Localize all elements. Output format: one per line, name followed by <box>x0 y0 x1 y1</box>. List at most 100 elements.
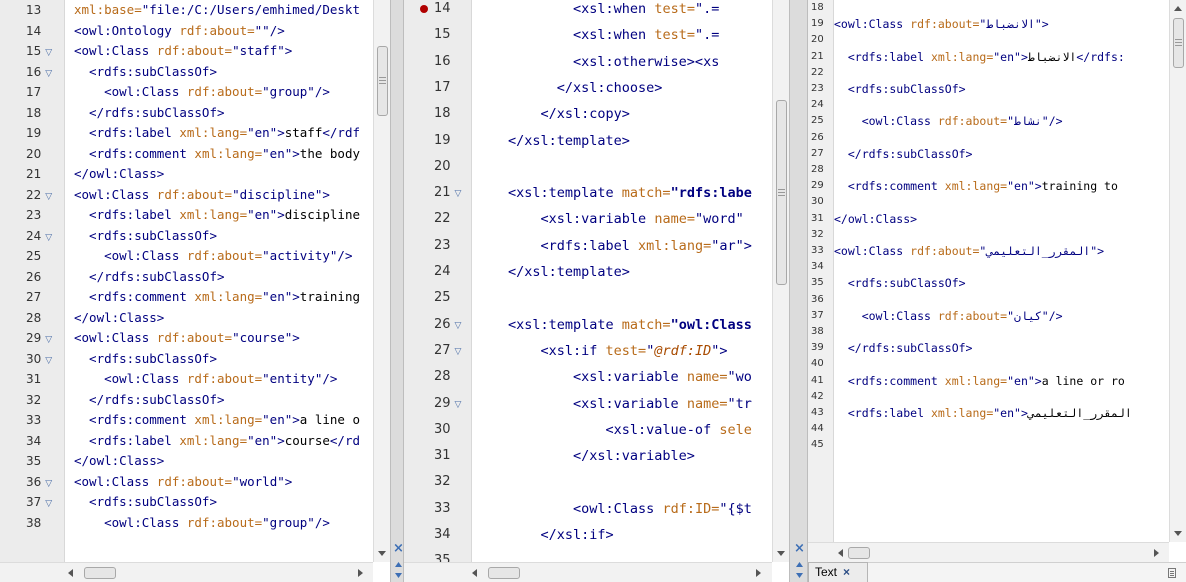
output-text-view[interactable]: 18 19 <owl:Class rdf:about="الانضباط"> 20 21… <box>808 0 1186 562</box>
code-line[interactable]: 36 ▽ <owl:Class rdf:about="world"> <box>0 472 373 493</box>
code-line[interactable]: 25 <box>404 285 772 311</box>
code-line[interactable]: 40 <box>808 356 1169 372</box>
code-line[interactable]: 21 </owl:Class> <box>0 164 373 185</box>
code-line[interactable]: 25 <owl:Class rdf:about="activity"/> <box>0 246 373 267</box>
code-line[interactable]: 23 <rdfs:subClassOf> <box>808 81 1169 97</box>
code-line[interactable]: 37 <owl:Class rdf:about="كيان"/> <box>808 308 1169 324</box>
scrollbar-thumb[interactable] <box>1173 18 1184 68</box>
code-line[interactable]: 34 <rdfs:label xml:lang="en">course</rd <box>0 431 373 452</box>
code-line[interactable]: 30 <box>808 194 1169 210</box>
code-line[interactable]: 29 ▽ <owl:Class rdf:about="course"> <box>0 328 373 349</box>
resize-arrows-icon[interactable] <box>795 561 804 579</box>
code-line[interactable]: 14 <xsl:when test=".= <box>404 0 772 22</box>
code-line[interactable]: 14 <owl:Ontology rdf:about=""/> <box>0 21 373 42</box>
code-line[interactable]: 32 <box>808 227 1169 243</box>
fold-toggle-icon[interactable]: ▽ <box>45 499 52 509</box>
horizontal-scrollbar-thumb[interactable] <box>488 567 520 579</box>
scroll-right-icon[interactable] <box>358 569 363 577</box>
code-line[interactable]: 39 </rdfs:subClassOf> <box>808 340 1169 356</box>
resize-arrows-icon[interactable] <box>394 561 403 579</box>
scroll-right-icon[interactable] <box>1154 549 1159 557</box>
fold-toggle-icon[interactable]: ▽ <box>455 189 462 199</box>
code-line[interactable]: 19 <owl:Class rdf:about="الانضباط"> <box>808 16 1169 32</box>
code-line[interactable]: 25 <owl:Class rdf:about="نشاط"/> <box>808 113 1169 129</box>
vertical-scrollbar[interactable] <box>1169 0 1186 542</box>
fold-toggle-icon[interactable]: ▽ <box>45 192 52 202</box>
code-line[interactable]: 28 </owl:Class> <box>0 308 373 329</box>
xslt-source-editor[interactable]: 14 <xsl:when test=".= 15 <xsl:when test="… <box>404 0 789 582</box>
scroll-down-icon[interactable] <box>777 551 785 556</box>
scroll-right-icon[interactable] <box>756 569 761 577</box>
code-line[interactable]: 41 <rdfs:comment xml:lang="en">a line or… <box>808 373 1169 389</box>
close-pane-icon[interactable]: × <box>393 541 404 556</box>
owl-source-editor[interactable]: 13 xml:base="file:/C:/Users/emhimed/Deskt… <box>0 0 390 582</box>
breakpoint-icon[interactable] <box>420 5 428 13</box>
code-line[interactable]: 17 </xsl:choose> <box>404 75 772 101</box>
code-line[interactable]: 33 <owl:Class rdf:ID="{$t <box>404 496 772 522</box>
code-line[interactable]: 18 </xsl:copy> <box>404 101 772 127</box>
code-line[interactable]: 29 <rdfs:comment xml:lang="en">training … <box>808 178 1169 194</box>
code-line[interactable]: 33 <rdfs:comment xml:lang="en">a line o <box>0 410 373 431</box>
code-line[interactable]: 21 ▽ <xsl:template match="rdfs:labe <box>404 180 772 206</box>
code-line[interactable]: 18 <box>808 0 1169 16</box>
code-line[interactable]: 22 <xsl:variable name="word" <box>404 206 772 232</box>
code-line[interactable]: 27 <rdfs:comment xml:lang="en">training <box>0 287 373 308</box>
code-line[interactable]: 18 </rdfs:subClassOf> <box>0 103 373 124</box>
code-line[interactable]: 37 ▽ <rdfs:subClassOf> <box>0 492 373 513</box>
code-line[interactable]: 44 <box>808 421 1169 437</box>
code-line[interactable]: 30 ▽ <rdfs:subClassOf> <box>0 349 373 370</box>
fold-toggle-icon[interactable]: ▽ <box>45 335 52 345</box>
code-line[interactable]: 20 <box>404 154 772 180</box>
scrollbar-thumb[interactable] <box>377 46 388 116</box>
horizontal-scrollbar[interactable] <box>808 542 1169 562</box>
code-line[interactable]: 26 </rdfs:subClassOf> <box>0 267 373 288</box>
code-line[interactable]: 36 <box>808 292 1169 308</box>
code-line[interactable]: 23 <rdfs:label xml:lang="ar"> <box>404 233 772 259</box>
fold-toggle-icon[interactable]: ▽ <box>455 321 462 331</box>
code-line[interactable]: 38 <owl:Class rdf:about="group"/> <box>0 513 373 534</box>
code-line[interactable]: 34 <box>808 259 1169 275</box>
code-line[interactable]: 31 <owl:Class rdf:about="entity"/> <box>0 369 373 390</box>
code-line[interactable]: 31 </owl:Class> <box>808 211 1169 227</box>
code-line[interactable]: 24 <box>808 97 1169 113</box>
pane-divider[interactable]: × <box>789 0 808 582</box>
code-line[interactable]: 17 <owl:Class rdf:about="group"/> <box>0 82 373 103</box>
code-line[interactable]: 23 <rdfs:label xml:lang="en">discipline <box>0 205 373 226</box>
fold-toggle-icon[interactable]: ▽ <box>45 356 52 366</box>
tab-text[interactable]: Text × <box>808 562 868 582</box>
code-line[interactable]: 20 <rdfs:comment xml:lang="en">the body <box>0 144 373 165</box>
fold-toggle-icon[interactable]: ▽ <box>45 233 52 243</box>
view-menu-icon[interactable] <box>1168 568 1176 578</box>
scroll-left-icon[interactable] <box>838 549 843 557</box>
code-line[interactable]: 22 <box>808 65 1169 81</box>
fold-toggle-icon[interactable]: ▽ <box>45 48 52 58</box>
horizontal-scrollbar-thumb[interactable] <box>848 547 870 559</box>
horizontal-scrollbar[interactable] <box>404 562 772 582</box>
scroll-left-icon[interactable] <box>68 569 73 577</box>
code-line[interactable]: 32 </rdfs:subClassOf> <box>0 390 373 411</box>
pane-divider[interactable]: × <box>390 0 404 582</box>
close-pane-icon[interactable]: × <box>794 541 805 556</box>
vertical-scrollbar[interactable] <box>772 0 789 562</box>
code-line[interactable]: 16 <xsl:otherwise><xs <box>404 49 772 75</box>
code-line[interactable]: 33 <owl:Class rdf:about="المقرر_التعليمي"… <box>808 243 1169 259</box>
code-line[interactable]: 26 ▽ <xsl:template match="owl:Class <box>404 312 772 338</box>
code-line[interactable]: 45 <box>808 437 1169 453</box>
code-line[interactable]: 34 </xsl:if> <box>404 522 772 548</box>
scroll-down-icon[interactable] <box>1174 531 1182 536</box>
code-line[interactable]: 35 </owl:Class> <box>0 451 373 472</box>
fold-toggle-icon[interactable]: ▽ <box>45 69 52 79</box>
fold-toggle-icon[interactable]: ▽ <box>45 479 52 489</box>
fold-toggle-icon[interactable]: ▽ <box>455 347 462 357</box>
code-line[interactable]: 28 <box>808 162 1169 178</box>
code-line[interactable]: 19 </xsl:template> <box>404 128 772 154</box>
fold-toggle-icon[interactable]: ▽ <box>455 400 462 410</box>
code-line[interactable]: 27 </rdfs:subClassOf> <box>808 146 1169 162</box>
scrollbar-thumb[interactable] <box>776 100 787 285</box>
code-line[interactable]: 15 <xsl:when test=".= <box>404 22 772 48</box>
code-line[interactable]: 43 <rdfs:label xml:lang="en">المقرر_التع… <box>808 405 1169 421</box>
close-tab-icon[interactable]: × <box>843 565 850 579</box>
code-line[interactable]: 22 ▽ <owl:Class rdf:about="discipline"> <box>0 185 373 206</box>
code-line[interactable]: 20 <box>808 32 1169 48</box>
code-line[interactable]: 21 <rdfs:label xml:lang="en">الانضباط</r… <box>808 49 1169 65</box>
